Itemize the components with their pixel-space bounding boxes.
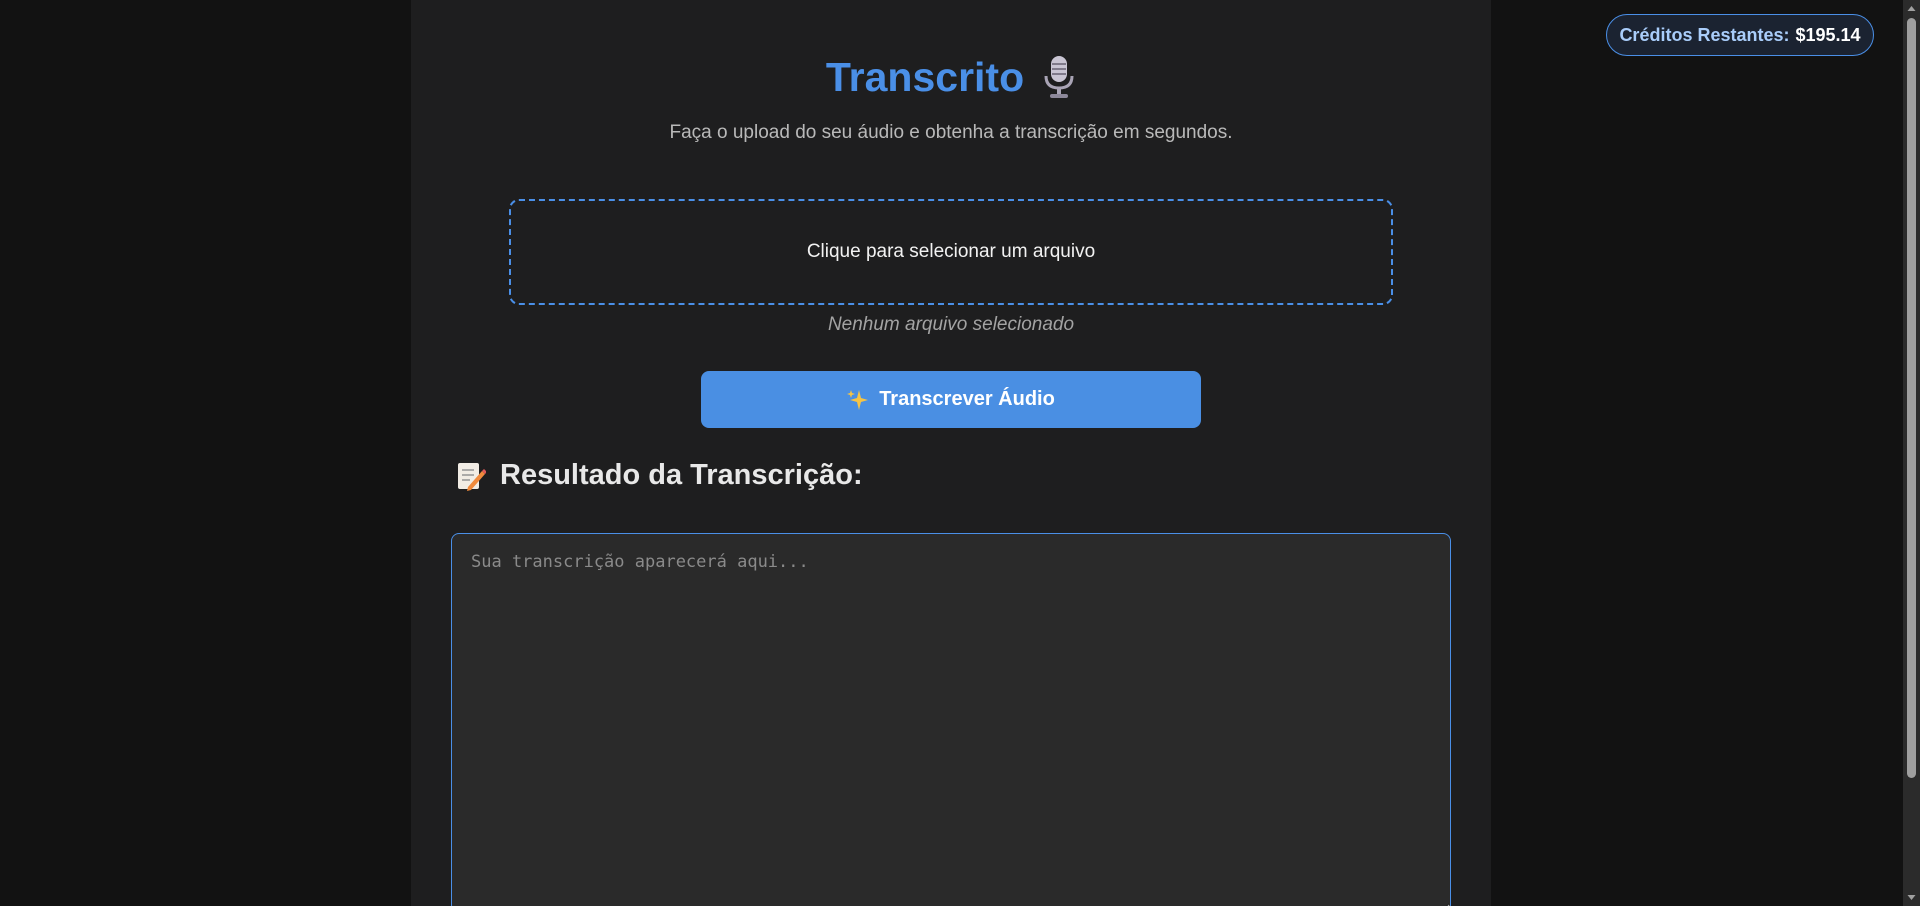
app-page: Créditos Restantes: $195.14 Transcrito F…: [0, 0, 1920, 906]
title-row: Transcrito: [411, 48, 1491, 106]
transcription-output[interactable]: [451, 533, 1451, 906]
scroll-up-icon[interactable]: [1903, 0, 1920, 17]
page-title: Transcrito: [825, 54, 1025, 100]
file-dropzone[interactable]: Clique para selecionar um arquivo: [509, 199, 1393, 305]
main-card: Transcrito Faça o upload do seu áudio e …: [411, 0, 1491, 906]
sparkles-icon: [847, 389, 869, 411]
credits-label: Créditos Restantes:: [1619, 24, 1790, 45]
result-heading: Resultado da Transcrição:: [456, 459, 863, 492]
page-subtitle: Faça o upload do seu áudio e obtenha a t…: [669, 122, 1233, 143]
file-status: Nenhum arquivo selecionado: [827, 314, 1075, 335]
page-scrollbar[interactable]: [1903, 0, 1920, 906]
microphone-icon: [1042, 54, 1076, 100]
scroll-thumb[interactable]: [1907, 18, 1916, 778]
credits-value: $195.14: [1795, 24, 1861, 45]
scroll-down-icon[interactable]: [1903, 889, 1920, 906]
credits-badge: Créditos Restantes: $195.14: [1606, 14, 1874, 56]
result-title: Resultado da Transcrição:: [500, 459, 863, 491]
upload-prompt: Clique para selecionar um arquivo: [806, 241, 1096, 262]
memo-icon: [456, 460, 487, 492]
transcribe-button[interactable]: Transcrever Áudio: [701, 371, 1201, 428]
transcribe-button-label: Transcrever Áudio: [879, 388, 1055, 410]
